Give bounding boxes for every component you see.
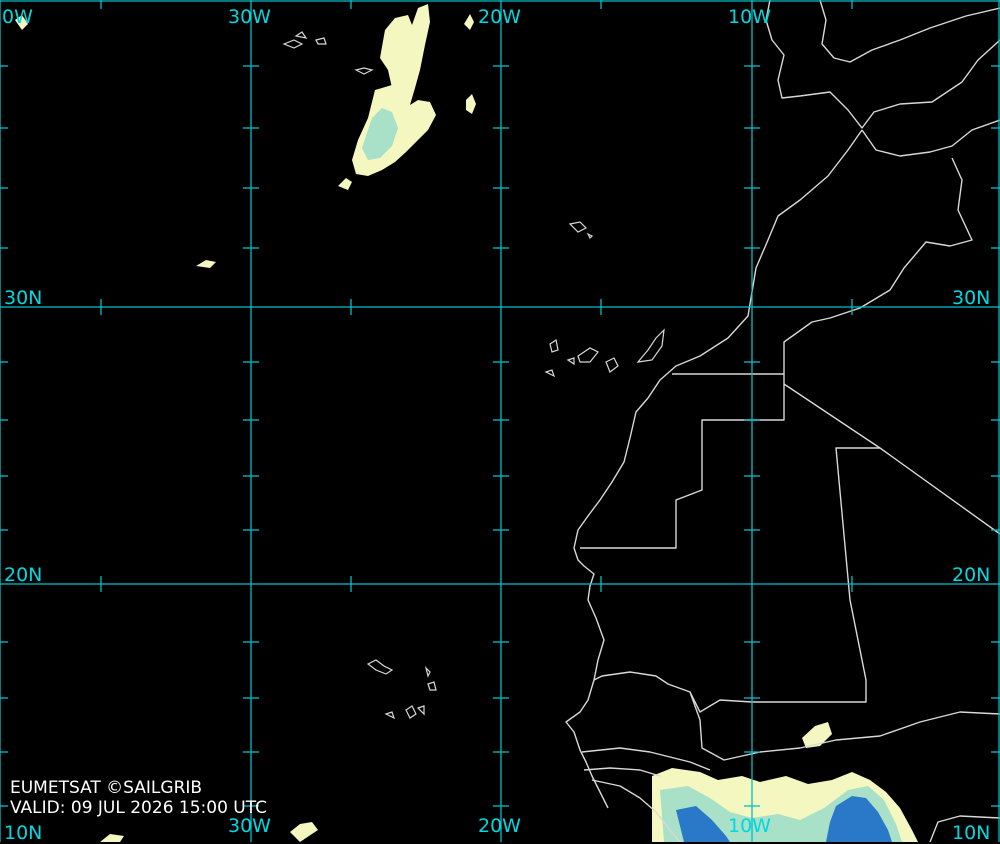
grid-label-lon: 30W — [228, 6, 271, 28]
grid-label-lon: 20W — [478, 815, 521, 837]
satellite-map — [0, 0, 1000, 842]
grid-label-lon: 10W — [728, 815, 771, 837]
credit-valid-time: VALID: 09 JUL 2026 15:00 UTC — [10, 798, 268, 818]
grid-label-lat: 20N — [4, 564, 43, 586]
grid-label-lat: 30N — [952, 287, 991, 309]
grid-label-lon: 0W — [2, 6, 33, 28]
grid-label-lat: 10N — [4, 822, 43, 844]
credit-source: EUMETSAT ©SAILGRIB — [10, 778, 203, 798]
map-background — [0, 0, 1000, 842]
grid-label-lon: 10W — [728, 6, 771, 28]
grid-label-lat: 30N — [4, 287, 43, 309]
grid-label-lon: 30W — [228, 815, 271, 837]
grid-label-lat: 10N — [952, 822, 991, 844]
grid-label-lat: 20N — [952, 564, 991, 586]
grid-label-lon: 20W — [478, 6, 521, 28]
